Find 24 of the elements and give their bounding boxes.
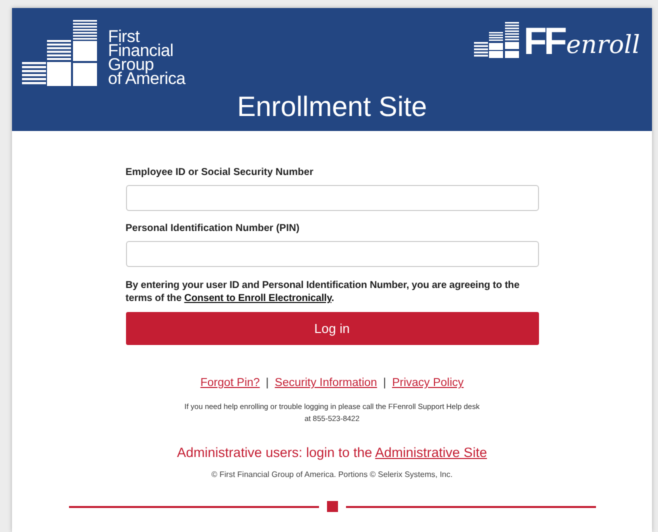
logo-text: enroll: [566, 32, 640, 58]
logo-text: Group: [108, 58, 154, 72]
input-field[interactable]: [126, 185, 538, 211]
field-label: Personal Identification Number (PIN): [126, 223, 300, 235]
separator: |: [383, 377, 386, 389]
footer-link[interactable]: Forgot Pin?: [200, 377, 260, 389]
logo-text: FF: [524, 26, 564, 58]
footer-link[interactable]: Privacy Policy: [392, 377, 464, 389]
divider-mark: [326, 501, 338, 512]
consent-link[interactable]: Consent to Enroll Electronically: [184, 293, 332, 304]
logo-icon: [474, 22, 522, 58]
admin-site-link[interactable]: Administrative Site: [375, 445, 487, 460]
input-field[interactable]: [126, 241, 538, 267]
login-button[interactable]: Log in: [126, 312, 538, 345]
field-label: Employee ID or Social Security Number: [126, 167, 314, 179]
logo-text: First: [108, 30, 140, 44]
copyright-text: © First Financial Group of America. Portions © Selerix Systems, Inc.: [210, 470, 454, 479]
page-title: Enrollment Site: [236, 91, 428, 123]
logo-text: of America: [108, 72, 186, 86]
consent-text: By entering your user ID and Personal Identification Number, you are agreeing to the terms of the Consent to Enroll Electronically.: [126, 279, 520, 305]
logo-text: Financial: [108, 44, 174, 58]
separator: |: [266, 377, 269, 389]
footer-link[interactable]: Security Information: [274, 377, 378, 389]
admin-text: Administrative users: login to the Administrative Site: [176, 445, 488, 460]
